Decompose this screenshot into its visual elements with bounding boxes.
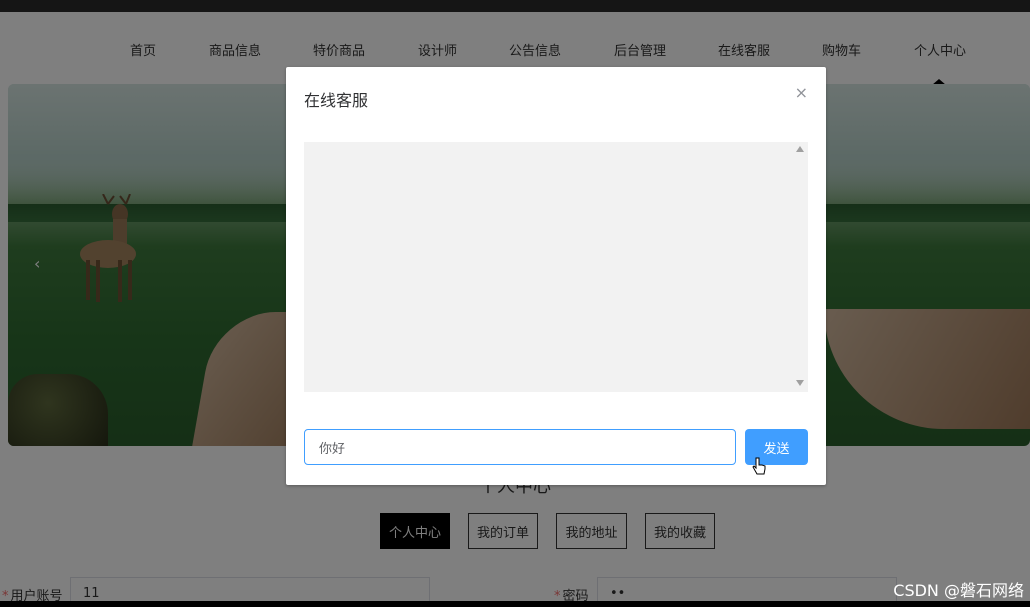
hand-cursor-icon — [752, 457, 766, 475]
watermark-text: CSDN @磐石网络 — [893, 581, 1024, 600]
dialog-title: 在线客服 — [304, 91, 369, 110]
support-dialog: 在线客服 × 发送 — [286, 67, 826, 485]
scroll-up-icon[interactable] — [796, 146, 804, 152]
chat-scrollbar[interactable] — [792, 142, 808, 392]
scroll-down-icon[interactable] — [796, 380, 804, 386]
close-icon[interactable]: × — [795, 83, 808, 102]
chat-input[interactable] — [304, 429, 736, 465]
bottom-bar — [0, 601, 1030, 607]
chat-messages[interactable] — [304, 142, 808, 392]
